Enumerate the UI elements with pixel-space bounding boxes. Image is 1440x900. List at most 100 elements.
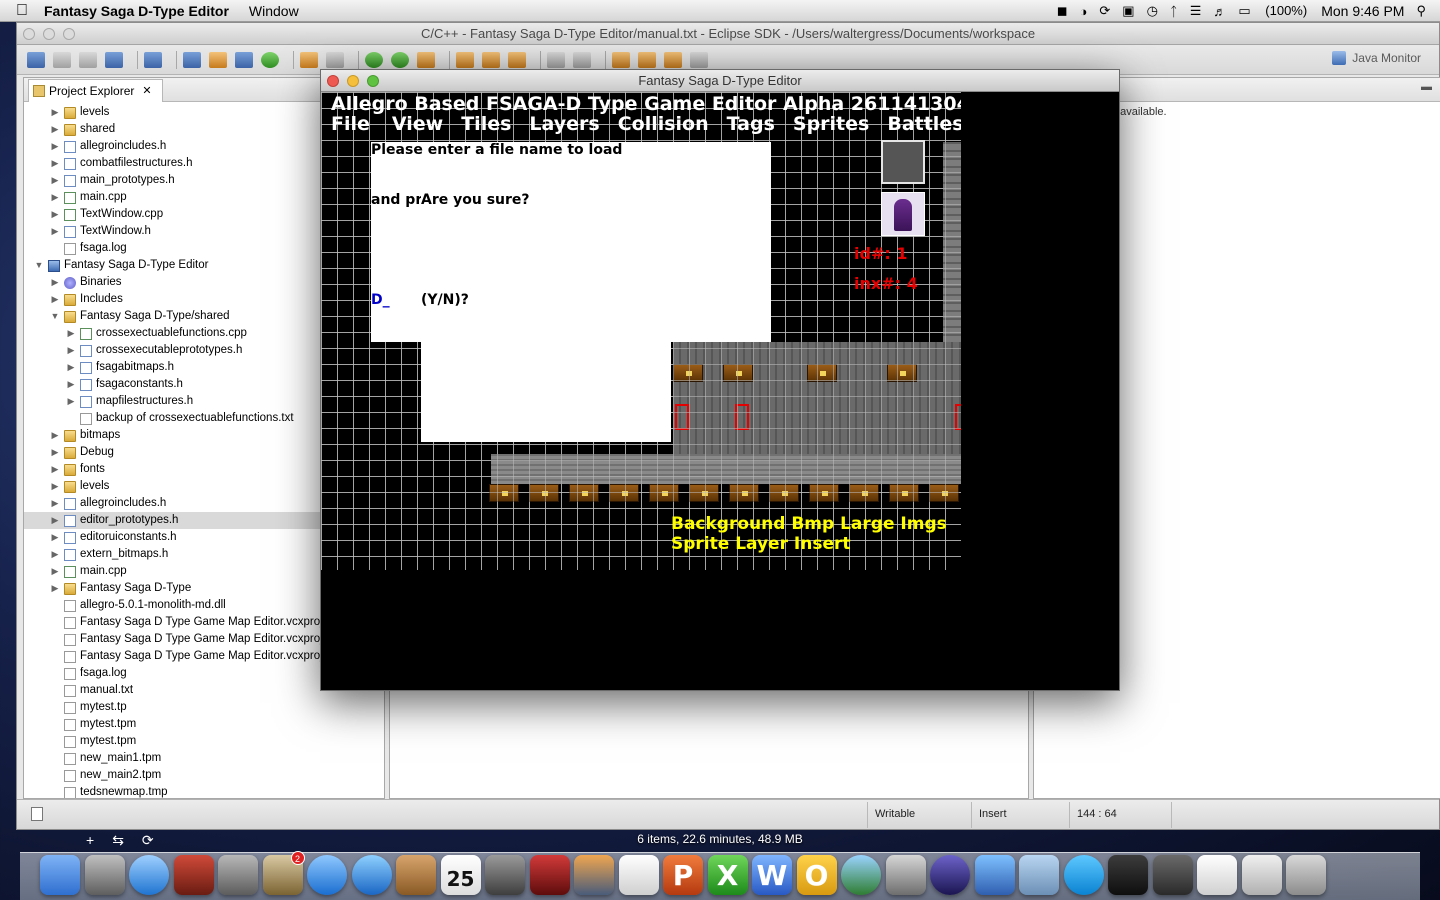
print-icon[interactable]	[105, 51, 123, 68]
launchpad-icon[interactable]	[84, 855, 125, 895]
expand-arrow-icon[interactable]: ▶	[50, 274, 60, 291]
open-type-icon[interactable]	[456, 51, 474, 68]
eclipse-titlebar[interactable]: C/C++ - Fantasy Saga D-Type Editor/manua…	[17, 23, 1439, 45]
menu-extra-icon[interactable]: ◼	[1057, 3, 1068, 19]
terminal-icon[interactable]	[1108, 855, 1148, 895]
expand-arrow-icon[interactable]: ▶	[50, 155, 60, 172]
game-titlebar[interactable]: Fantasy Saga D-Type Editor	[321, 70, 1119, 92]
close-icon[interactable]: ✕	[142, 84, 151, 97]
apple-menu-icon[interactable]: 	[0, 2, 44, 20]
close-window-button[interactable]	[23, 28, 35, 40]
app-menu[interactable]: Fantasy Saga D-Type Editor	[44, 3, 229, 19]
expand-arrow-icon[interactable]: ▶	[66, 359, 76, 376]
iphoto-icon[interactable]	[574, 855, 614, 895]
expand-arrow-icon[interactable]: ▶	[50, 478, 60, 495]
safari-icon[interactable]	[129, 855, 169, 895]
expand-arrow-icon[interactable]: ▶	[50, 461, 60, 478]
menu-window[interactable]: Window	[249, 3, 299, 19]
minimize-window-button[interactable]	[347, 75, 359, 87]
hammer-build-icon[interactable]	[300, 51, 318, 68]
outlook-icon[interactable]: O	[796, 855, 837, 895]
collapse-arrow-icon[interactable]: ▼	[50, 308, 60, 325]
close-window-button[interactable]	[327, 75, 339, 87]
new-folder-icon[interactable]	[209, 51, 227, 68]
expand-arrow-icon[interactable]: ▶	[50, 580, 60, 597]
network-icon[interactable]	[841, 855, 881, 895]
expand-arrow-icon[interactable]: ▶	[50, 563, 60, 580]
app-store-icon[interactable]	[307, 855, 347, 895]
itunes-icon[interactable]	[351, 855, 392, 895]
expand-arrow-icon[interactable]: ▶	[66, 393, 76, 410]
expand-arrow-icon[interactable]: ▶	[50, 172, 60, 189]
menu-collision[interactable]: Collision	[618, 114, 709, 134]
new-class-icon[interactable]	[235, 51, 253, 68]
skype-icon[interactable]	[1063, 855, 1104, 895]
expand-arrow-icon[interactable]: ▶	[50, 427, 60, 444]
bluetooth-icon[interactable]: ᛏ	[1170, 4, 1178, 19]
zoom-window-button[interactable]	[63, 28, 75, 40]
external-tools-icon[interactable]	[417, 51, 435, 68]
settings-icon[interactable]	[326, 51, 344, 68]
expand-arrow-icon[interactable]: ▶	[66, 376, 76, 393]
save-all-icon[interactable]	[79, 51, 97, 68]
toggle-mark-icon[interactable]	[547, 51, 565, 68]
finder-icon[interactable]	[40, 855, 80, 895]
collapse-arrow-icon[interactable]: ▼	[34, 257, 44, 274]
tree-item[interactable]: mytest.tpm	[24, 733, 384, 750]
powerpoint-icon[interactable]: P	[663, 855, 703, 895]
menu-tiles[interactable]: Tiles	[461, 114, 511, 134]
sync-icon[interactable]: ⟳	[1099, 3, 1110, 19]
spotlight-search-icon[interactable]: ⚲	[1416, 3, 1426, 19]
address-book-icon[interactable]	[396, 855, 436, 895]
mail-icon[interactable]: 2	[262, 851, 305, 895]
volume-icon[interactable]: ♬	[1213, 4, 1226, 19]
debug-icon[interactable]	[365, 51, 383, 68]
filename-input[interactable]: D_	[371, 292, 390, 308]
clock[interactable]: Mon 9:46 PM	[1321, 3, 1404, 19]
tree-item[interactable]: new_main1.tpm	[24, 750, 384, 767]
selected-sprite-preview[interactable]	[881, 192, 925, 236]
excel-icon[interactable]: X	[707, 855, 748, 895]
system-preferences-icon[interactable]	[218, 855, 258, 895]
display-icon[interactable]: ▣	[1122, 3, 1134, 19]
forward-icon[interactable]	[690, 51, 708, 68]
expand-arrow-icon[interactable]: ▶	[66, 325, 76, 342]
run-icon[interactable]	[391, 51, 409, 68]
expand-arrow-icon[interactable]: ▶	[50, 121, 60, 138]
airport-icon[interactable]	[1019, 855, 1059, 895]
show-whitespace-icon[interactable]	[573, 51, 591, 68]
tree-item[interactable]: new_main2.tpm	[24, 767, 384, 784]
menu-battles[interactable]: Battles	[887, 114, 961, 134]
menu-tags[interactable]: Tags	[727, 114, 775, 134]
expand-arrow-icon[interactable]: ▶	[50, 495, 60, 512]
zoom-window-button[interactable]	[367, 75, 379, 87]
expand-arrow-icon[interactable]: ▶	[66, 342, 76, 359]
menu-layers[interactable]: Layers	[529, 114, 599, 134]
xcode-icon[interactable]	[974, 855, 1015, 895]
tab-project-explorer[interactable]: Project Explorer ✕	[28, 79, 163, 102]
facetime-icon[interactable]	[485, 855, 525, 895]
expand-arrow-icon[interactable]: ▶	[50, 529, 60, 546]
eclipse-icon[interactable]	[930, 855, 970, 895]
map-canvas[interactable]: Allegro Based FSAGA-D Type Game Editor A…	[321, 92, 961, 570]
fast-view-icon[interactable]	[31, 807, 43, 821]
save-icon[interactable]	[53, 51, 71, 68]
expand-arrow-icon[interactable]: ▶	[50, 444, 60, 461]
battery-status[interactable]: ▭ (100%)	[1238, 3, 1307, 19]
console-icon[interactable]	[1152, 855, 1193, 895]
expand-arrow-icon[interactable]: ▶	[50, 104, 60, 121]
tree-item[interactable]: tedsnewmap.tmp	[24, 784, 384, 798]
document-icon[interactable]	[1197, 855, 1237, 895]
expand-arrow-icon[interactable]: ▶	[50, 546, 60, 563]
perspective-switcher[interactable]: Java Monitor	[1332, 51, 1421, 65]
expand-arrow-icon[interactable]: ▶	[50, 291, 60, 308]
dvd-player-icon[interactable]	[529, 855, 570, 895]
word-icon[interactable]: W	[752, 855, 792, 895]
boot-camp-icon[interactable]	[885, 855, 926, 895]
build-icon[interactable]	[144, 51, 162, 68]
new-cpp-project-icon[interactable]	[183, 51, 201, 68]
trash-icon[interactable]	[1286, 855, 1326, 895]
back-icon[interactable]	[664, 51, 682, 68]
open-element-icon[interactable]	[482, 51, 500, 68]
calendar-icon[interactable]: 25	[440, 855, 481, 895]
